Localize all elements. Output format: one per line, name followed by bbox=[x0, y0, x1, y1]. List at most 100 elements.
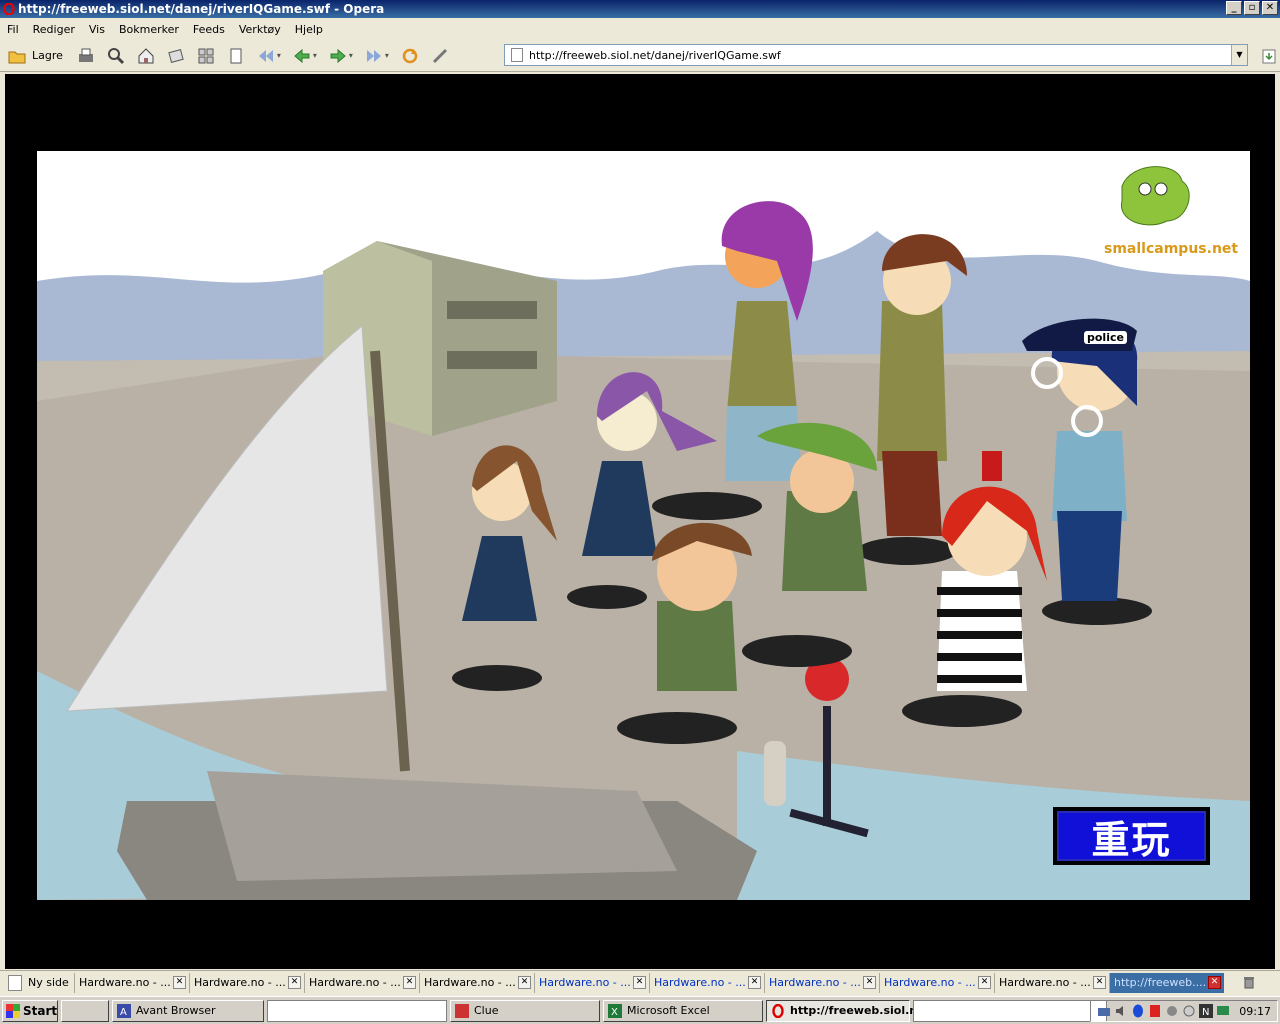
taskbar-item-clue[interactable]: Clue bbox=[450, 999, 600, 1022]
tab-close-icon[interactable]: ✕ bbox=[748, 975, 761, 989]
tab[interactable]: Hardware.no - ... ✕ bbox=[304, 972, 419, 993]
tab[interactable]: Hardware.no - ... ✕ bbox=[419, 972, 534, 993]
tab-label: http://freeweb.... bbox=[1114, 976, 1206, 989]
rewind-dropdown-icon[interactable]: ▾ bbox=[277, 51, 285, 60]
fast-forward-icon[interactable] bbox=[361, 43, 387, 69]
tab-close-icon[interactable]: ✕ bbox=[518, 975, 531, 989]
tab-close-icon[interactable]: ✕ bbox=[173, 975, 186, 989]
home-icon[interactable] bbox=[133, 43, 159, 69]
tab-label: Hardware.no - ... bbox=[999, 976, 1091, 989]
quick-launch[interactable] bbox=[61, 999, 109, 1022]
tab[interactable]: Hardware.no - ... ✕ bbox=[74, 972, 189, 993]
svg-text:X: X bbox=[611, 1007, 618, 1018]
open-folder-icon[interactable] bbox=[4, 43, 30, 69]
security-icon[interactable] bbox=[1148, 1004, 1162, 1018]
forward-dropdown-icon[interactable]: ▾ bbox=[349, 51, 357, 60]
maximize-button[interactable]: ▫ bbox=[1244, 1, 1260, 15]
tab-close-icon[interactable]: ✕ bbox=[1093, 975, 1106, 989]
tab[interactable]: Hardware.no - ... ✕ bbox=[189, 972, 304, 993]
new-page-icon bbox=[8, 974, 22, 991]
windows-flag-icon bbox=[6, 1003, 20, 1018]
network-icon[interactable] bbox=[1097, 1004, 1111, 1018]
address-dropdown-icon[interactable]: ▼ bbox=[1231, 45, 1247, 65]
svg-text:N: N bbox=[1202, 1007, 1209, 1018]
display-icon[interactable] bbox=[1216, 1004, 1230, 1018]
tab-close-icon[interactable]: ✕ bbox=[633, 975, 646, 989]
print-icon[interactable] bbox=[73, 43, 99, 69]
menu-rediger[interactable]: Rediger bbox=[26, 23, 82, 36]
tab[interactable]: Hardware.no - ... ✕ bbox=[534, 972, 649, 993]
tab[interactable]: Hardware.no - ... ✕ bbox=[764, 972, 879, 993]
edit-icon[interactable] bbox=[427, 43, 453, 69]
page-icon[interactable] bbox=[223, 43, 249, 69]
opera-icon bbox=[2, 2, 16, 16]
clock[interactable]: 09:17 bbox=[1239, 1005, 1271, 1018]
antivirus-icon[interactable] bbox=[1182, 1004, 1196, 1018]
n-icon[interactable]: N bbox=[1199, 1004, 1214, 1018]
forward-icon[interactable] bbox=[325, 43, 351, 69]
clue-icon bbox=[455, 1003, 469, 1018]
avant-icon: A bbox=[117, 1003, 131, 1018]
fast-forward-dropdown-icon[interactable]: ▾ bbox=[385, 51, 393, 60]
search-icon[interactable] bbox=[103, 43, 129, 69]
replay-label[interactable]: 重玩 bbox=[1057, 811, 1206, 862]
tab-label: Hardware.no - ... bbox=[884, 976, 976, 989]
game-scene bbox=[37, 151, 1250, 900]
tab-label: Hardware.no - ... bbox=[309, 976, 401, 989]
tab-label: Hardware.no - ... bbox=[194, 976, 286, 989]
start-label: Start bbox=[23, 1003, 58, 1018]
svg-text:A: A bbox=[120, 1007, 127, 1018]
menu-feeds[interactable]: Feeds bbox=[186, 23, 232, 36]
tab-label: Hardware.no - ... bbox=[79, 976, 171, 989]
tab[interactable]: Hardware.no - ... ✕ bbox=[994, 972, 1109, 993]
back-dropdown-icon[interactable]: ▾ bbox=[313, 51, 321, 60]
new-tab-label: Ny side bbox=[28, 976, 69, 989]
trash-icon[interactable] bbox=[1242, 975, 1256, 989]
rewind-icon[interactable] bbox=[253, 43, 279, 69]
address-url[interactable]: http://freeweb.siol.net/danej/riverIQGam… bbox=[529, 49, 781, 62]
menu-bokmerker[interactable]: Bokmerker bbox=[112, 23, 186, 36]
tab-close-icon[interactable]: ✕ bbox=[863, 975, 876, 989]
menu-verktoy[interactable]: Verktøy bbox=[232, 23, 288, 36]
taskbar-item-label: Clue bbox=[474, 1004, 499, 1017]
menu-bar: Fil Rediger Vis Bokmerker Feeds Verktøy … bbox=[0, 19, 1280, 39]
tab-close-icon[interactable]: ✕ bbox=[978, 975, 991, 989]
start-button[interactable]: Start bbox=[2, 999, 58, 1022]
address-bar[interactable]: http://freeweb.siol.net/danej/riverIQGam… bbox=[504, 44, 1248, 66]
tab-active[interactable]: http://freeweb.... ✕ bbox=[1109, 972, 1224, 993]
taskbar-item-blank[interactable] bbox=[913, 999, 1107, 1022]
tab[interactable]: Hardware.no - ... ✕ bbox=[879, 972, 994, 993]
tab-close-icon[interactable]: ✕ bbox=[288, 975, 301, 989]
new-tab-button[interactable]: Ny side bbox=[0, 974, 74, 991]
save-button[interactable]: Lagre bbox=[32, 49, 63, 62]
tab-close-icon[interactable]: ✕ bbox=[1208, 975, 1221, 989]
volume-icon[interactable] bbox=[1114, 1004, 1128, 1018]
menu-fil[interactable]: Fil bbox=[0, 23, 26, 36]
flash-game-canvas[interactable]: smallcampus.net police 重玩 bbox=[37, 151, 1250, 900]
minimize-button[interactable]: _ bbox=[1226, 1, 1242, 15]
replay-button[interactable]: 重玩 bbox=[1053, 807, 1210, 865]
taskbar-item-opera[interactable]: http://freeweb.siol.n... bbox=[766, 999, 930, 1022]
taskbar-item-label: Avant Browser bbox=[136, 1004, 216, 1017]
tab-bar: Ny side Hardware.no - ... ✕ Hardware.no -… bbox=[0, 970, 1280, 994]
tab[interactable]: Hardware.no - ... ✕ bbox=[649, 972, 764, 993]
taskbar-item-blank[interactable] bbox=[267, 999, 447, 1022]
tile-icon[interactable] bbox=[193, 43, 219, 69]
reload-icon[interactable] bbox=[397, 43, 423, 69]
bluetooth-icon[interactable] bbox=[1131, 1004, 1145, 1018]
police-label: police bbox=[1084, 331, 1127, 344]
notes-icon[interactable] bbox=[163, 43, 189, 69]
page-document-icon bbox=[511, 48, 523, 62]
download-icon[interactable] bbox=[1262, 48, 1276, 64]
taskbar-item-avant[interactable]: A Avant Browser bbox=[112, 999, 264, 1022]
taskbar-item-label: Microsoft Excel bbox=[627, 1004, 710, 1017]
tab-label: Hardware.no - ... bbox=[769, 976, 861, 989]
taskbar-item-excel[interactable]: X Microsoft Excel bbox=[603, 999, 763, 1022]
back-icon[interactable] bbox=[289, 43, 315, 69]
tab-close-icon[interactable]: ✕ bbox=[403, 975, 416, 989]
shield-icon[interactable] bbox=[1165, 1004, 1179, 1018]
menu-vis[interactable]: Vis bbox=[82, 23, 112, 36]
close-button[interactable]: ✕ bbox=[1262, 1, 1278, 15]
menu-hjelp[interactable]: Hjelp bbox=[288, 23, 330, 36]
smallcampus-logo[interactable]: smallcampus.net bbox=[1104, 169, 1238, 257]
